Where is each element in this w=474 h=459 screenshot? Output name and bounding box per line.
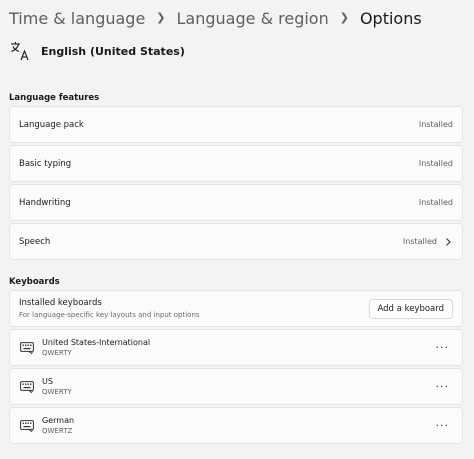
keyboard-icon bbox=[20, 341, 34, 354]
breadcrumb-time-language[interactable]: Time & language bbox=[9, 9, 145, 28]
more-options-button[interactable]: ··· bbox=[436, 420, 450, 431]
status-text: Installed bbox=[402, 237, 437, 246]
speech-row[interactable]: Speech Installed bbox=[9, 223, 463, 260]
row-label: Basic typing bbox=[19, 158, 72, 169]
keyboard-name: US bbox=[42, 377, 53, 386]
keyboards-heading: Keyboards bbox=[9, 277, 60, 287]
breadcrumb: Time & language ❯ Language & region ❯ Op… bbox=[9, 9, 422, 28]
handwriting-row[interactable]: Handwriting Installed bbox=[9, 184, 463, 221]
keyboard-row-us[interactable]: US QWERTY ··· bbox=[9, 368, 463, 405]
keyboard-text: US QWERTY bbox=[42, 377, 72, 396]
language-features-heading: Language features bbox=[9, 93, 100, 103]
more-options-button[interactable]: ··· bbox=[436, 342, 450, 353]
keyboard-row-german[interactable]: German QWERTZ ··· bbox=[9, 407, 463, 444]
language-header: English (United States) bbox=[9, 40, 185, 62]
keyboard-name: United States-International bbox=[42, 338, 151, 347]
language-pack-row[interactable]: Language pack Installed bbox=[9, 106, 463, 143]
installed-keyboards-title: Installed keyboards bbox=[19, 298, 102, 308]
keyboard-layout: QWERTZ bbox=[42, 427, 73, 435]
add-keyboard-button[interactable]: Add a keyboard bbox=[368, 298, 453, 319]
row-label: Language pack bbox=[19, 119, 84, 130]
installed-keyboards-subtitle: For language-specific key layouts and in… bbox=[19, 311, 200, 319]
row-label: Speech bbox=[19, 236, 51, 247]
basic-typing-row[interactable]: Basic typing Installed bbox=[9, 145, 463, 182]
keyboard-text: German QWERTZ bbox=[42, 416, 74, 435]
keyboard-layout: QWERTY bbox=[42, 349, 72, 357]
keyboard-icon bbox=[20, 419, 34, 432]
installed-keyboards-row: Installed keyboards For language-specifi… bbox=[9, 290, 463, 327]
keyboard-name: German bbox=[42, 416, 75, 425]
keyboard-row-us-international[interactable]: United States-International QWERTY ··· bbox=[9, 329, 463, 366]
status-text: Installed bbox=[418, 198, 453, 207]
chevron-right-icon bbox=[446, 237, 451, 246]
chevron-right-icon: ❯ bbox=[156, 11, 166, 24]
keyboard-icon bbox=[20, 380, 34, 393]
installed-keyboards-text: Installed keyboards For language-specifi… bbox=[19, 298, 200, 319]
row-label: Handwriting bbox=[19, 197, 71, 208]
language-name: English (United States) bbox=[41, 44, 185, 58]
keyboard-layout: QWERTY bbox=[42, 388, 72, 396]
breadcrumb-language-region[interactable]: Language & region bbox=[177, 9, 329, 28]
keyboard-text: United States-International QWERTY bbox=[42, 338, 150, 357]
more-options-button[interactable]: ··· bbox=[436, 381, 450, 392]
status-text: Installed bbox=[418, 159, 453, 168]
language-icon bbox=[11, 42, 29, 61]
page-title: Options bbox=[359, 9, 422, 28]
status-text: Installed bbox=[418, 120, 453, 129]
chevron-right-icon: ❯ bbox=[339, 11, 349, 24]
